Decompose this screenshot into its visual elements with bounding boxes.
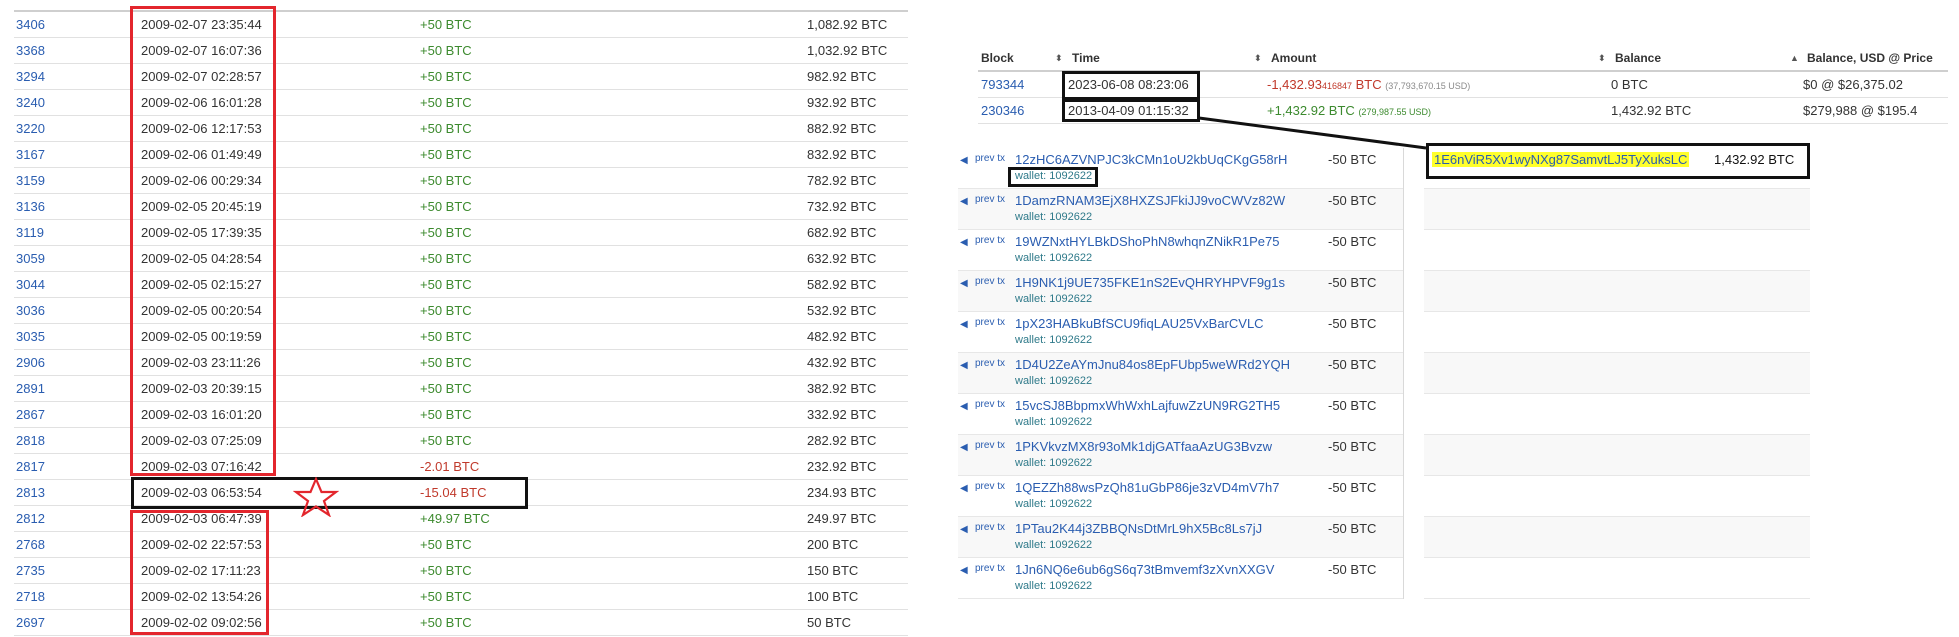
connector-line [1198, 116, 1427, 150]
